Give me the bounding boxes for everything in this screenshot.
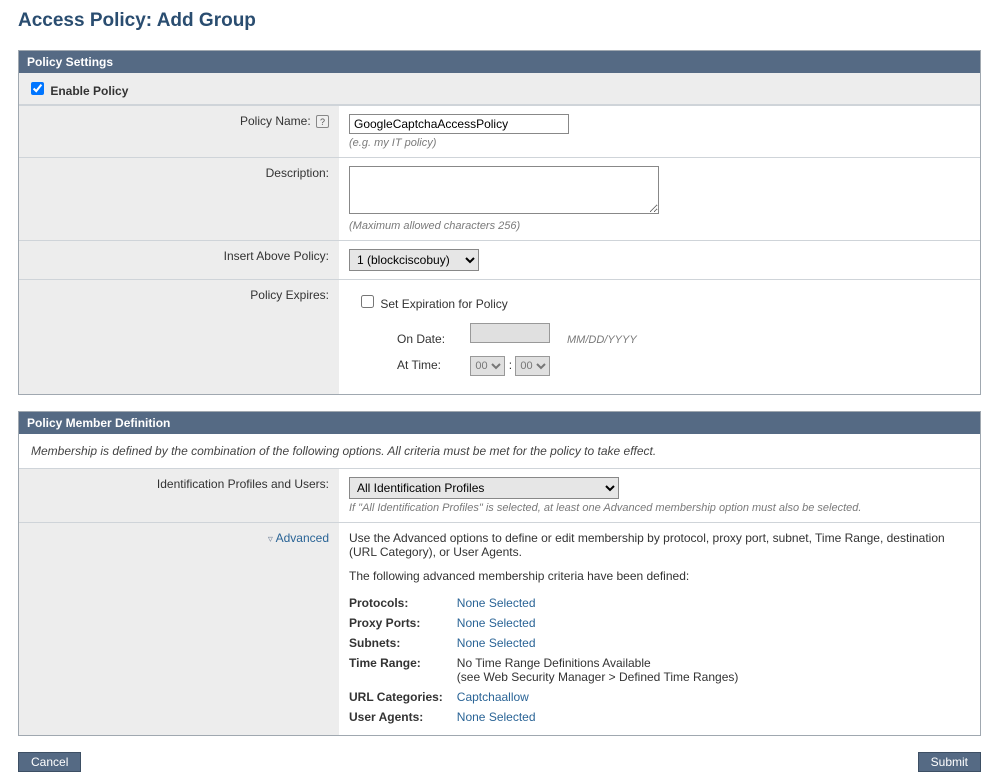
proxy-ports-label: Proxy Ports: (349, 613, 457, 633)
help-icon[interactable]: ? (316, 115, 329, 128)
advanced-body: Use the Advanced options to define or ed… (349, 531, 970, 727)
policy-settings-header: Policy Settings (19, 51, 980, 73)
id-profiles-select[interactable]: All Identification Profiles (349, 477, 619, 499)
advanced-description: Use the Advanced options to define or ed… (349, 531, 970, 559)
enable-policy-checkbox[interactable] (31, 82, 44, 95)
time-range-label: Time Range: (349, 653, 457, 687)
policy-member-panel: Policy Member Definition Membership is d… (18, 411, 981, 736)
policy-name-input[interactable] (349, 114, 569, 134)
description-textarea[interactable] (349, 166, 659, 214)
proxy-ports-value[interactable]: None Selected (457, 616, 536, 630)
on-date-hint: MM/DD/YYYY (567, 334, 637, 346)
id-profiles-label: Identification Profiles and Users: (157, 477, 329, 491)
cancel-button[interactable]: Cancel (18, 752, 81, 772)
member-note: Membership is defined by the combination… (19, 434, 980, 468)
insert-above-select[interactable]: 1 (blockciscobuy) (349, 249, 479, 271)
on-date-label: On Date: (397, 332, 467, 346)
advanced-toggle[interactable]: Advanced (268, 531, 329, 545)
at-time-label: At Time: (397, 358, 467, 372)
description-hint: (Maximum allowed characters 256) (349, 220, 970, 232)
set-expiration-label: Set Expiration for Policy (380, 297, 507, 311)
at-time-minute-select[interactable]: 00 (515, 356, 550, 376)
subnets-label: Subnets: (349, 633, 457, 653)
criteria-row-time-range: Time Range: No Time Range Definitions Av… (349, 653, 752, 687)
enable-policy-label: Enable Policy (50, 84, 128, 98)
on-date-input[interactable] (470, 323, 550, 343)
user-agents-label: User Agents: (349, 707, 457, 727)
protocols-label: Protocols: (349, 593, 457, 613)
criteria-row-subnets: Subnets: None Selected (349, 633, 752, 653)
time-range-value-1: No Time Range Definitions Available (457, 656, 651, 670)
criteria-row-proxy-ports: Proxy Ports: None Selected (349, 613, 752, 633)
enable-policy-row: Enable Policy (19, 73, 980, 105)
url-categories-label: URL Categories: (349, 687, 457, 707)
advanced-defined-note: The following advanced membership criter… (349, 569, 970, 583)
button-bar: Cancel Submit (18, 752, 981, 772)
time-range-value-2: (see Web Security Manager > Defined Time… (457, 670, 739, 684)
protocols-value[interactable]: None Selected (457, 596, 536, 610)
id-profiles-hint: If "All Identification Profiles" is sele… (349, 502, 970, 514)
description-label: Description: (266, 166, 329, 180)
user-agents-value[interactable]: None Selected (457, 710, 536, 724)
subnets-value[interactable]: None Selected (457, 636, 536, 650)
page-title: Access Policy: Add Group (18, 10, 981, 32)
criteria-row-url-categories: URL Categories: Captchaallow (349, 687, 752, 707)
at-time-hour-select[interactable]: 00 (470, 356, 505, 376)
url-categories-value[interactable]: Captchaallow (457, 690, 529, 704)
criteria-row-protocols: Protocols: None Selected (349, 593, 752, 613)
policy-expires-label: Policy Expires: (250, 288, 329, 302)
set-expiration-checkbox[interactable] (361, 295, 374, 308)
policy-member-header: Policy Member Definition (19, 412, 980, 434)
submit-button[interactable]: Submit (918, 752, 981, 772)
policy-name-hint: (e.g. my IT policy) (349, 137, 970, 149)
policy-settings-panel: Policy Settings Enable Policy Policy Nam… (18, 50, 981, 395)
policy-name-label: Policy Name: (240, 114, 311, 128)
criteria-row-user-agents: User Agents: None Selected (349, 707, 752, 727)
insert-above-label: Insert Above Policy: (224, 249, 329, 263)
time-colon: : (509, 358, 512, 372)
